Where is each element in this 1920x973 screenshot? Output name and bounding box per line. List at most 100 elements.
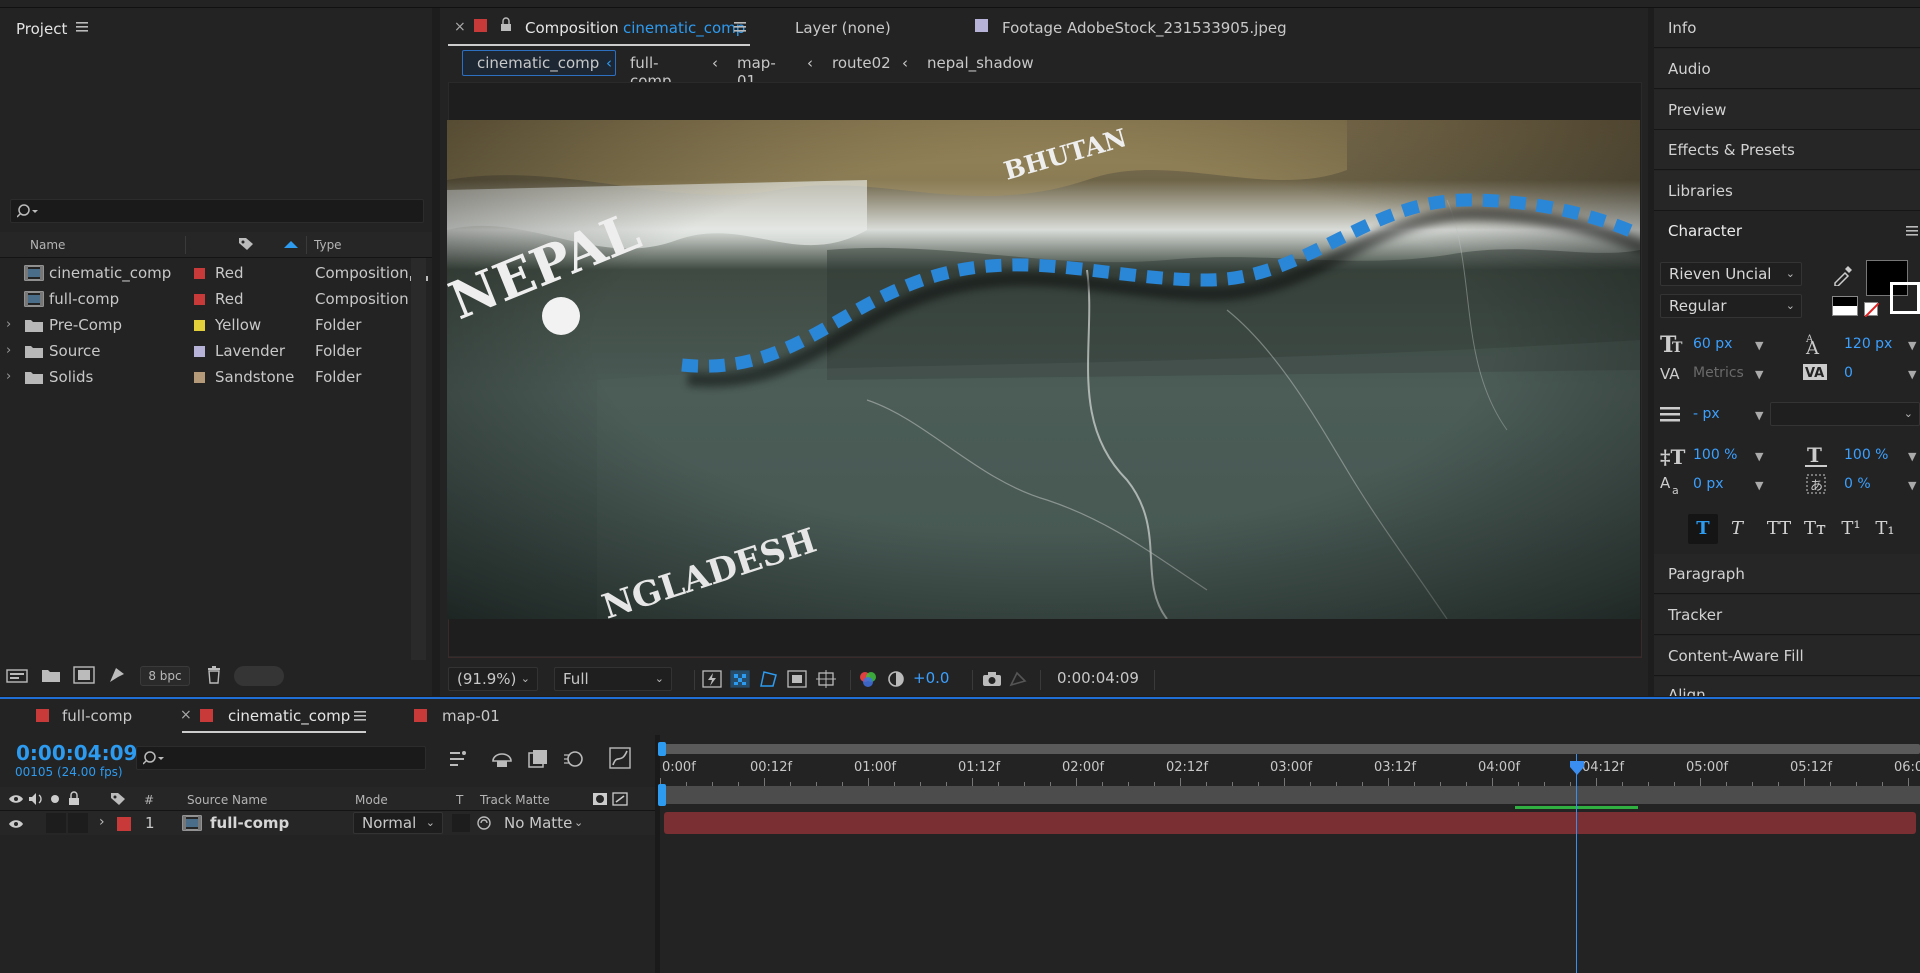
matte-pickwhip-icon[interactable]: [476, 815, 492, 831]
baseline-shift-value[interactable]: 0 px: [1693, 476, 1724, 492]
work-area-start-handle[interactable]: [658, 784, 666, 806]
layer-source-name[interactable]: full-comp: [210, 814, 289, 832]
subscript-button[interactable]: T₁: [1872, 516, 1898, 542]
stroke-color-swatch[interactable]: [1890, 282, 1920, 314]
solo-toggle[interactable]: [46, 813, 66, 833]
chevron-down-icon[interactable]: ▼: [1755, 479, 1763, 492]
disclosure-chevron-icon[interactable]: ›: [6, 317, 11, 332]
name-column[interactable]: Name: [30, 238, 65, 252]
all-caps-button[interactable]: TT: [1762, 516, 1796, 542]
info-panel-header[interactable]: Info: [1654, 8, 1920, 48]
lock-toggle[interactable]: [68, 813, 88, 833]
mode-column[interactable]: Mode: [355, 793, 388, 807]
breadcrumb-item[interactable]: cinematic_comp: [477, 54, 599, 72]
shy-layers-icon[interactable]: [491, 749, 513, 769]
region-of-interest-icon[interactable]: [787, 670, 807, 688]
lock-icon[interactable]: [500, 17, 512, 32]
track-matte-value[interactable]: No Matte: [504, 814, 572, 832]
channels-icon[interactable]: [858, 670, 878, 688]
mask-visibility-icon[interactable]: [758, 670, 778, 688]
interpret-footage-icon[interactable]: [6, 667, 28, 683]
breadcrumb-item[interactable]: route02: [832, 54, 891, 72]
layer-tab[interactable]: Layer (none): [795, 19, 891, 37]
project-item-solids[interactable]: › Solids Sandstone Folder: [0, 364, 432, 390]
graph-editor-icon[interactable]: [609, 747, 631, 769]
work-area-bar[interactable]: [662, 786, 1920, 804]
superscript-button[interactable]: T¹: [1838, 516, 1864, 542]
tracker-panel-header[interactable]: Tracker: [1654, 595, 1920, 635]
no-fill-swatch[interactable]: [1864, 302, 1879, 317]
current-time-display[interactable]: 0:00:04:09: [1057, 669, 1139, 687]
preserve-transparency-column[interactable]: T: [456, 793, 463, 807]
audio-panel-header[interactable]: Audio: [1654, 49, 1920, 89]
source-name-column[interactable]: Source Name: [187, 793, 267, 807]
font-style-dropdown[interactable]: Regular ⌄: [1660, 294, 1802, 318]
disclosure-chevron-icon[interactable]: ›: [6, 369, 11, 384]
matte-alpha-icon[interactable]: [592, 792, 608, 806]
tracking-value[interactable]: 0: [1844, 365, 1853, 381]
lock-icon[interactable]: [68, 791, 80, 806]
panel-menu-icon[interactable]: [76, 22, 88, 32]
chevron-down-icon[interactable]: ▼: [1908, 339, 1916, 352]
font-family-dropdown[interactable]: Rieven Uncial ⌄: [1660, 262, 1802, 286]
label-tag-icon[interactable]: [238, 237, 254, 251]
grid-guides-icon[interactable]: [816, 670, 836, 688]
composition-flowchart-icon[interactable]: [448, 749, 470, 769]
magnification-dropdown[interactable]: (91.9%) ⌄: [448, 667, 538, 691]
chevron-down-icon[interactable]: ▼: [1755, 339, 1763, 352]
playhead-marker-icon[interactable]: [1569, 760, 1585, 776]
chevron-down-icon[interactable]: ▼: [1755, 409, 1763, 422]
snapshot-camera-icon[interactable]: [982, 671, 1002, 687]
new-composition-icon[interactable]: [73, 666, 95, 684]
tsume-value[interactable]: 0 %: [1844, 476, 1871, 492]
horizontal-scale-value[interactable]: 100 %: [1844, 447, 1888, 463]
layer-visibility-eye-icon[interactable]: [8, 818, 24, 830]
libraries-panel-header[interactable]: Libraries: [1654, 171, 1920, 211]
layer-number-column[interactable]: #: [144, 793, 154, 807]
bit-depth-button[interactable]: 8 bpc: [140, 666, 190, 686]
video-eye-icon[interactable]: [8, 793, 24, 805]
chevron-down-icon[interactable]: ▼: [1755, 450, 1763, 463]
tab-menu-icon[interactable]: [734, 22, 746, 32]
track-matte-column[interactable]: Track Matte: [480, 793, 550, 807]
sort-ascending-icon[interactable]: [283, 240, 299, 249]
timeline-search-input[interactable]: [136, 746, 426, 770]
breadcrumb-item[interactable]: nepal_shadow: [927, 54, 1034, 72]
chevron-down-icon[interactable]: ▼: [1908, 368, 1916, 381]
project-item-cinematic-comp[interactable]: cinematic_comp Red Composition: [0, 260, 432, 286]
chevron-down-icon[interactable]: ▼: [1755, 368, 1763, 381]
chevron-down-icon[interactable]: ▼: [1908, 450, 1916, 463]
label-swatch[interactable]: [194, 372, 205, 383]
resolution-dropdown[interactable]: Full ⌄: [554, 667, 672, 691]
eyedropper-icon[interactable]: [1832, 264, 1854, 286]
composition-tab-name[interactable]: cinematic_comp: [623, 19, 745, 37]
frame-blending-icon[interactable]: [527, 749, 549, 769]
timeline-tab-full-comp[interactable]: full-comp: [62, 707, 132, 725]
label-tag-icon[interactable]: [110, 792, 126, 806]
project-item-full-comp[interactable]: full-comp Red Composition: [0, 286, 432, 312]
adobe-dynamic-link-icon[interactable]: [107, 666, 127, 684]
label-swatch[interactable]: [194, 320, 205, 331]
label-swatch[interactable]: [194, 294, 205, 305]
tab-menu-icon[interactable]: [354, 711, 366, 721]
label-swatch[interactable]: [194, 268, 205, 279]
new-folder-icon[interactable]: [41, 667, 61, 683]
blend-mode-dropdown[interactable]: Normal ⌄: [353, 812, 443, 834]
paragraph-panel-header[interactable]: Paragraph: [1654, 554, 1920, 594]
close-tab-icon[interactable]: ×: [180, 707, 192, 723]
effects-presets-panel-header[interactable]: Effects & Presets: [1654, 130, 1920, 170]
stroke-width-value[interactable]: - px: [1693, 406, 1720, 422]
swap-fill-stroke-icon[interactable]: [1832, 296, 1858, 316]
project-scrollbar[interactable]: [411, 258, 426, 678]
layer-duration-bar[interactable]: [664, 812, 1916, 834]
reset-exposure-icon[interactable]: [886, 670, 906, 688]
disclosure-chevron-icon[interactable]: ›: [6, 343, 11, 358]
faux-italic-button[interactable]: T: [1724, 516, 1750, 542]
kerning-value[interactable]: Metrics: [1693, 365, 1744, 381]
label-swatch[interactable]: [194, 346, 205, 357]
layer-label-swatch[interactable]: [117, 817, 131, 831]
faux-bold-button[interactable]: T: [1690, 516, 1716, 542]
chevron-down-icon[interactable]: ▼: [1908, 479, 1916, 492]
align-panel-header-partial[interactable]: Align: [1654, 677, 1920, 696]
layer-expand-chevron-icon[interactable]: ›: [99, 814, 105, 830]
